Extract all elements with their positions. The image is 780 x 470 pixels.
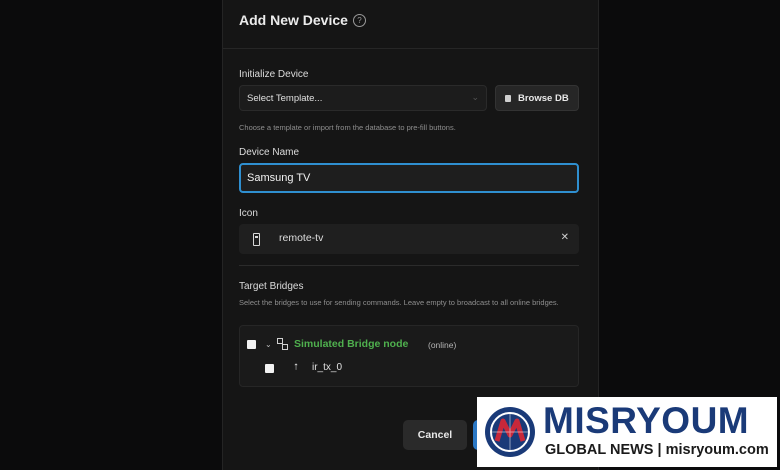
- template-select-value: Select Template...: [247, 93, 323, 104]
- question-circle-icon[interactable]: ?: [353, 14, 366, 27]
- initialize-hint: Choose a template or import from the dat…: [239, 123, 456, 132]
- transmitter-name[interactable]: ir_tx_0: [312, 362, 342, 373]
- bridges-tree: ⌄ Simulated Bridge node (online) ⭡ ir_tx…: [239, 325, 579, 387]
- bridge-node-name[interactable]: Simulated Bridge node: [294, 338, 408, 350]
- initialize-device-label: Initialize Device: [239, 69, 309, 80]
- dialog-title: Add New Device: [239, 12, 348, 28]
- device-name-input[interactable]: Samsung TV: [239, 163, 579, 193]
- device-name-value: Samsung TV: [247, 172, 311, 184]
- icon-value: remote-tv: [279, 232, 324, 244]
- icon-picker[interactable]: remote-tv ✕: [239, 224, 579, 254]
- watermark-name: MISRYOUM: [543, 400, 750, 441]
- upload-icon: ⭡: [294, 362, 299, 372]
- watermark-subtitle: GLOBAL NEWS | misryoum.com: [545, 442, 769, 458]
- globe-logo-icon: [485, 407, 535, 457]
- browse-db-button[interactable]: Browse DB: [495, 85, 579, 111]
- icon-label: Icon: [239, 208, 258, 219]
- chevron-down-icon[interactable]: ⌄: [265, 340, 272, 349]
- close-icon[interactable]: ✕: [561, 232, 569, 243]
- watermark: MISRYOUM GLOBAL NEWS | misryoum.com: [477, 397, 777, 467]
- section-divider: [239, 265, 579, 266]
- template-select[interactable]: Select Template... ⌄: [239, 85, 487, 111]
- device-name-label: Device Name: [239, 147, 300, 158]
- bridge-node-checkbox[interactable]: [247, 340, 256, 349]
- transmitter-checkbox[interactable]: [265, 364, 274, 373]
- chevron-down-icon: ⌄: [471, 92, 479, 102]
- database-icon: [505, 95, 511, 102]
- browse-db-label: Browse DB: [518, 93, 569, 104]
- target-bridges-label: Target Bridges: [239, 281, 304, 292]
- remote-icon: [253, 233, 260, 246]
- cancel-button[interactable]: Cancel: [403, 420, 467, 450]
- network-icon: [277, 338, 288, 350]
- target-bridges-hint: Select the bridges to use for sending co…: [239, 298, 559, 307]
- dialog-header: Add New Device ?: [223, 0, 598, 49]
- bridge-node-status: (online): [428, 340, 457, 350]
